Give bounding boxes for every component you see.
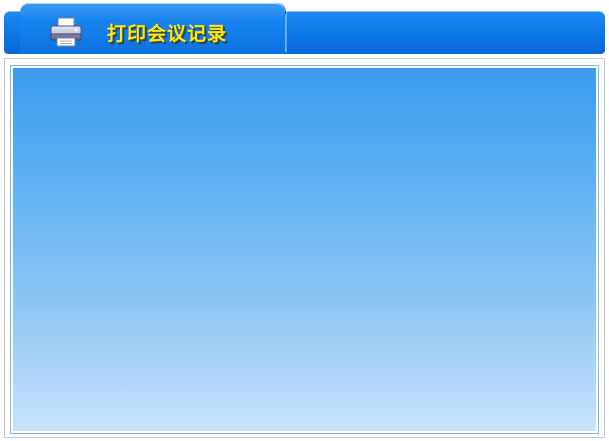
printer-icon[interactable] <box>48 15 84 49</box>
page-title: 打印会议记录 <box>107 23 228 45</box>
print-meeting-record-window: 打印会议记录 <box>0 0 609 441</box>
content-frame <box>4 58 605 438</box>
tab-divider <box>285 14 286 52</box>
content-panel <box>10 65 599 434</box>
